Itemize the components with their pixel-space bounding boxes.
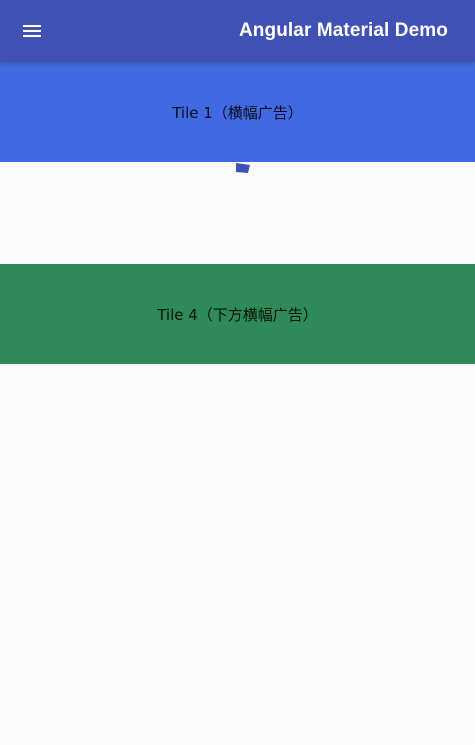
tile-1-label: Tile 1（横幅广告） [172,103,303,122]
tile-4-label: Tile 4（下方横幅广告） [157,305,318,324]
menu-icon [23,25,41,37]
app-toolbar: Angular Material Demo [0,0,475,62]
tile-1-banner: Tile 1（横幅广告） [0,62,475,162]
menu-button[interactable] [22,21,42,41]
small-marker-shape [236,163,250,173]
tile-4-banner: Tile 4（下方横幅广告） [0,264,475,364]
app-title: Angular Material Demo [238,20,448,41]
